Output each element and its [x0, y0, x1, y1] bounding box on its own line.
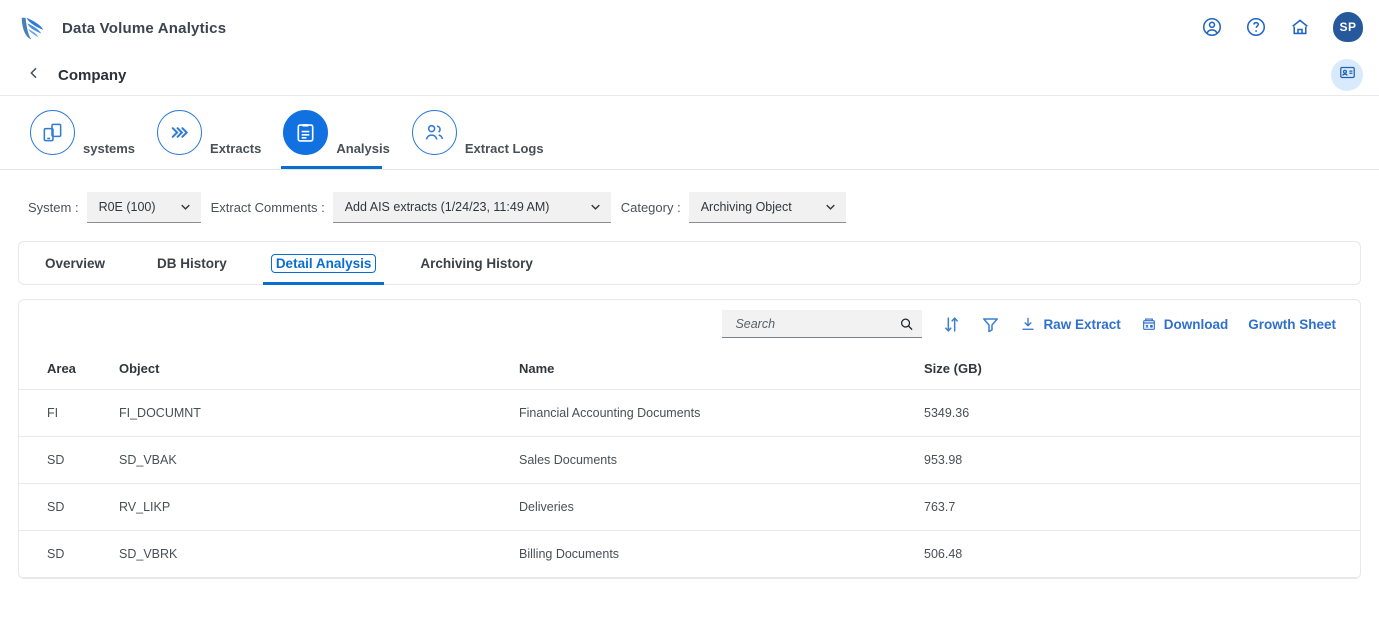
clipboard-icon: [283, 110, 329, 155]
app-title: Data Volume Analytics: [62, 19, 227, 37]
detail-analysis-table: Area Object Name Size (GB) FI FI_DOCUMNT…: [19, 348, 1360, 578]
section-nav: systems Extracts Analysis Extract Logs: [0, 96, 1379, 170]
top-bar: Data Volume Analytics SP: [0, 0, 1379, 56]
cell-name: Financial Accounting Documents: [519, 389, 924, 437]
chevrons-right-icon: [157, 110, 203, 155]
cell-name: Deliveries: [519, 483, 924, 531]
funnel-icon[interactable]: [981, 315, 1000, 334]
user-circle-icon[interactable]: [1201, 16, 1223, 38]
search-box[interactable]: [722, 310, 923, 338]
extract-comments-select[interactable]: Add AIS extracts (1/24/23, 11:49 AM): [332, 192, 611, 223]
nav-item-extracts-label: Extracts: [210, 141, 262, 156]
nav-item-systems[interactable]: systems: [22, 96, 149, 169]
tab-detail-analysis[interactable]: Detail Analysis: [249, 242, 399, 285]
cell-size: 506.48: [924, 530, 1360, 578]
table-body: FI FI_DOCUMNT Financial Accounting Docum…: [19, 389, 1360, 578]
id-card-button[interactable]: [1331, 59, 1363, 91]
table-toolbar: Raw Extract Download Growth Sheet: [19, 300, 1360, 348]
filter-category-label: Category :: [620, 200, 681, 215]
tab-overview[interactable]: Overview: [45, 242, 135, 284]
raw-extract-label: Raw Extract: [1043, 316, 1121, 332]
filter-extract-comments-label: Extract Comments :: [210, 200, 325, 215]
detail-analysis-table-card: Raw Extract Download Growth Sheet Area O…: [18, 299, 1361, 579]
column-header-size[interactable]: Size (GB): [924, 348, 1360, 390]
search-input[interactable]: [733, 315, 893, 332]
cell-area: SD: [19, 436, 119, 484]
tab-archiving-history[interactable]: Archiving History: [398, 242, 555, 284]
filter-extract-comments: Extract Comments : Add AIS extracts (1/2…: [211, 192, 611, 223]
nav-item-analysis-label: Analysis: [336, 141, 390, 156]
extract-comments-select-value: Add AIS extracts (1/24/23, 11:49 AM): [344, 200, 550, 214]
cell-area: SD: [19, 530, 119, 578]
magnifier-icon[interactable]: [899, 316, 914, 331]
filter-system: System : R0E (100): [28, 192, 201, 223]
cell-area: FI: [19, 389, 119, 437]
column-header-name[interactable]: Name: [519, 348, 924, 390]
download-arrow-icon: [1022, 317, 1035, 330]
chevron-down-icon: [825, 204, 835, 210]
tab-overview-label: Overview: [45, 255, 106, 271]
tab-archiving-history-label: Archiving History: [420, 255, 533, 271]
nav-item-extracts[interactable]: Extracts: [149, 96, 275, 169]
nav-item-extract-logs[interactable]: Extract Logs: [404, 96, 558, 169]
cell-object: RV_LIKP: [119, 483, 519, 531]
download-button[interactable]: Download: [1141, 316, 1229, 332]
cell-name: Billing Documents: [519, 530, 924, 578]
wing-logo-icon: [18, 13, 48, 43]
filter-system-label: System :: [28, 200, 79, 215]
download-label: Download: [1163, 316, 1229, 332]
filter-row: System : R0E (100) Extract Comments : Ad…: [0, 170, 1379, 241]
home-icon[interactable]: [1289, 16, 1311, 38]
brand: Data Volume Analytics: [18, 13, 226, 43]
table-row[interactable]: SD RV_LIKP Deliveries 763.7: [19, 483, 1360, 531]
column-header-object[interactable]: Object: [119, 348, 519, 390]
system-select-value: R0E (100): [98, 200, 156, 214]
growth-sheet-button[interactable]: Growth Sheet: [1248, 317, 1336, 332]
avatar[interactable]: SP: [1333, 12, 1363, 42]
cell-name: Sales Documents: [519, 436, 924, 484]
tab-detail-analysis-label: Detail Analysis: [270, 253, 377, 273]
devices-icon: [30, 110, 75, 155]
category-select[interactable]: Archiving Object: [688, 192, 846, 223]
nav-item-analysis[interactable]: Analysis: [275, 96, 403, 169]
chevron-down-icon: [180, 204, 190, 210]
nav-item-systems-label: systems: [83, 141, 136, 156]
nav-item-extract-logs-label: Extract Logs: [464, 141, 544, 156]
page-title: Company: [58, 67, 127, 84]
table-header-row: Area Object Name Size (GB): [19, 348, 1360, 390]
growth-sheet-label: Growth Sheet: [1248, 316, 1336, 332]
cell-object: FI_DOCUMNT: [119, 389, 519, 437]
cell-size: 763.7: [924, 483, 1360, 531]
table-row[interactable]: FI FI_DOCUMNT Financial Accounting Docum…: [19, 389, 1360, 437]
column-header-area[interactable]: Area: [19, 348, 119, 390]
category-select-value: Archiving Object: [700, 200, 792, 214]
system-select[interactable]: R0E (100): [86, 192, 201, 223]
tab-db-history[interactable]: DB History: [135, 242, 249, 284]
users-icon: [411, 110, 457, 155]
table-row[interactable]: SD SD_VBRK Billing Documents 506.48: [19, 530, 1360, 578]
raw-extract-button[interactable]: Raw Extract: [1020, 316, 1121, 332]
cell-size: 953.98: [924, 436, 1360, 484]
table-row[interactable]: SD SD_VBAK Sales Documents 953.98: [19, 436, 1360, 484]
sort-icon[interactable]: [942, 315, 961, 334]
breadcrumb: Company: [0, 56, 1379, 96]
cell-object: SD_VBRK: [119, 530, 519, 578]
tab-db-history-label: DB History: [157, 255, 227, 271]
filter-category: Category : Archiving Object: [621, 192, 846, 223]
chevron-down-icon: [590, 204, 600, 210]
cell-size: 5349.36: [924, 389, 1360, 437]
cell-area: SD: [19, 483, 119, 531]
table-head: Area Object Name Size (GB): [19, 348, 1360, 390]
excel-file-icon: [1142, 318, 1155, 330]
id-card-icon: [1339, 64, 1356, 86]
cell-object: SD_VBAK: [119, 436, 519, 484]
help-circle-icon[interactable]: [1245, 16, 1267, 38]
top-actions: SP: [1201, 12, 1363, 42]
tab-bar: Overview DB History Detail Analysis Arch…: [18, 241, 1361, 285]
chevron-left-icon[interactable]: [18, 65, 58, 86]
